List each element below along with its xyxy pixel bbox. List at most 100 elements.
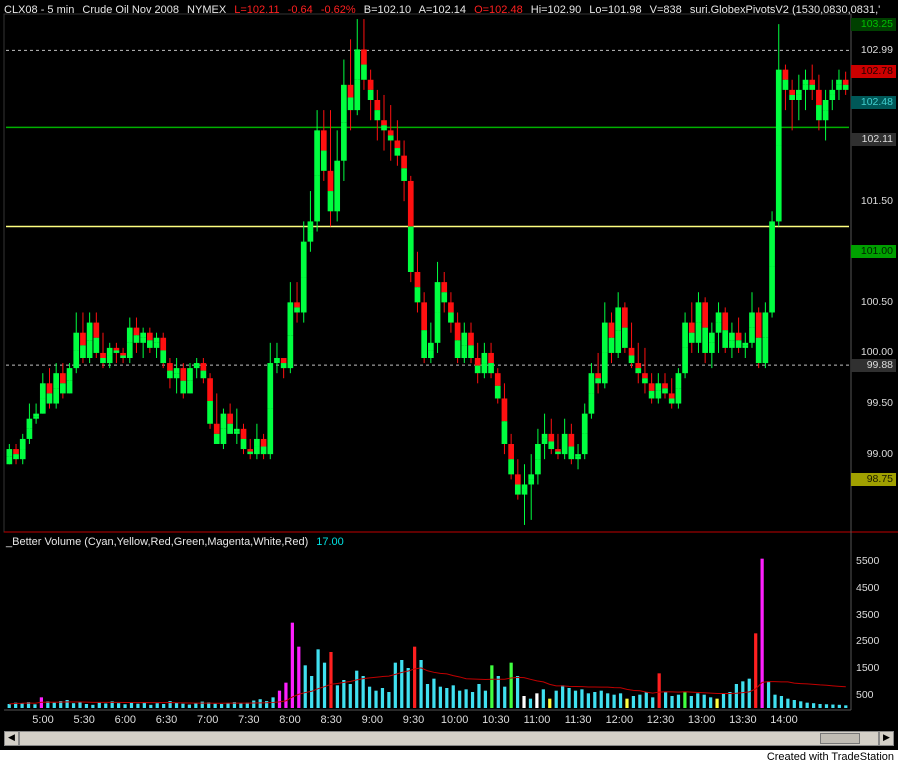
- candle-body-upper: [454, 322, 461, 341]
- candle-body-upper: [608, 322, 615, 338]
- candle: [722, 307, 729, 353]
- candle-body-upper: [729, 332, 735, 341]
- candle-body-lower: [769, 266, 775, 313]
- candle-body-lower: [126, 342, 133, 358]
- volume-bar: [33, 704, 37, 708]
- candle-body-lower: [254, 446, 260, 455]
- candle-body-upper: [742, 342, 749, 346]
- candle-body-upper: [555, 449, 561, 452]
- candle-body-upper: [193, 363, 200, 366]
- candle-body-lower: [454, 340, 461, 358]
- candle-body-lower: [387, 135, 394, 141]
- candle-body-upper: [414, 272, 421, 288]
- volume-bar: [715, 698, 719, 708]
- volume-bar: [458, 690, 462, 708]
- candle-body-upper: [213, 423, 220, 434]
- candle-body-upper: [314, 130, 320, 176]
- candle-body-upper: [548, 433, 555, 442]
- candle-body-lower: [434, 312, 441, 343]
- volume-bar: [7, 704, 11, 708]
- candle-body-lower: [193, 365, 200, 369]
- candle-body-upper: [655, 383, 662, 391]
- volume-bar: [355, 670, 359, 708]
- volume-bar: [277, 690, 282, 708]
- candle-body-upper: [6, 449, 13, 457]
- candle-body-lower: [481, 363, 488, 374]
- candle-body-upper: [635, 363, 642, 369]
- candle-body-lower: [722, 330, 729, 348]
- candle-body-upper: [428, 342, 434, 351]
- volume-bar: [104, 703, 108, 708]
- candle-body-lower: [762, 337, 769, 364]
- candle: [160, 332, 167, 369]
- volume-bar: [348, 684, 352, 708]
- volume-bar: [451, 685, 455, 708]
- candle-body-upper: [66, 368, 73, 381]
- candle-body-lower: [73, 350, 80, 369]
- volume-bar: [779, 696, 784, 708]
- candle-body-upper: [60, 373, 66, 384]
- candle-body-lower: [46, 393, 53, 404]
- volume-bar: [97, 702, 101, 708]
- volume-bar: [676, 694, 681, 708]
- candle-body-upper: [280, 358, 287, 364]
- candle-body-upper: [615, 307, 622, 331]
- candle-body-upper: [120, 352, 126, 356]
- candle-body-lower: [180, 380, 187, 394]
- candle-body-lower: [86, 340, 93, 358]
- candle-body-upper: [153, 337, 160, 343]
- candle: [220, 408, 227, 450]
- candle-body-upper: [481, 352, 488, 364]
- candle-body-lower: [300, 277, 307, 313]
- candle-body-lower: [528, 479, 535, 485]
- candle-body-lower: [207, 401, 213, 424]
- volume-bar: [200, 701, 204, 708]
- candle-body-upper: [207, 378, 213, 401]
- volume-bar: [123, 704, 127, 708]
- volume-bar: [162, 704, 166, 708]
- candle-body-upper: [642, 373, 648, 379]
- volume-bar: [811, 703, 816, 708]
- volume-bar: [567, 688, 571, 708]
- volume-bar: [522, 696, 526, 708]
- candle-body-upper: [488, 352, 494, 364]
- candle-body-lower: [809, 84, 816, 90]
- candle-body-upper: [775, 69, 782, 146]
- candle-body-lower: [381, 125, 387, 131]
- volume-bar: [747, 678, 751, 708]
- candle-body-lower: [320, 150, 327, 171]
- candle-body-upper: [267, 363, 274, 409]
- volume-bar: [297, 646, 301, 708]
- candle-body-upper: [816, 89, 822, 106]
- candle: [769, 211, 775, 318]
- candle-body-lower: [100, 358, 106, 364]
- candle-body-lower: [200, 370, 207, 379]
- volume-bar: [625, 698, 629, 708]
- volume-bar: [335, 685, 340, 708]
- candle-body-upper: [755, 312, 762, 338]
- candle-body-upper: [247, 449, 254, 452]
- candle-body-lower: [494, 385, 501, 399]
- volume-bar: [734, 684, 738, 708]
- candle: [622, 302, 628, 353]
- candle-body-lower: [816, 105, 822, 121]
- candle-body-lower: [367, 89, 374, 100]
- candle-body-lower: [160, 350, 167, 364]
- volume-bar: [400, 660, 404, 708]
- candle-body-lower: [66, 380, 73, 394]
- volume-bar: [226, 703, 230, 708]
- candle-body-upper: [126, 327, 133, 343]
- volume-bar: [387, 692, 391, 708]
- candle-body-lower: [26, 428, 33, 439]
- candle-body-upper: [327, 170, 334, 192]
- candle-body-lower: [468, 345, 474, 358]
- candle-body-lower: [13, 454, 19, 460]
- volume-bar: [528, 698, 533, 708]
- volume-bar: [290, 622, 294, 708]
- candle-body-lower: [535, 459, 541, 475]
- volume-bar: [52, 702, 56, 708]
- candle-body-lower: [702, 327, 708, 353]
- volume-bar: [425, 684, 430, 708]
- candle-body-lower: [60, 383, 66, 394]
- candle-body-upper: [595, 373, 601, 379]
